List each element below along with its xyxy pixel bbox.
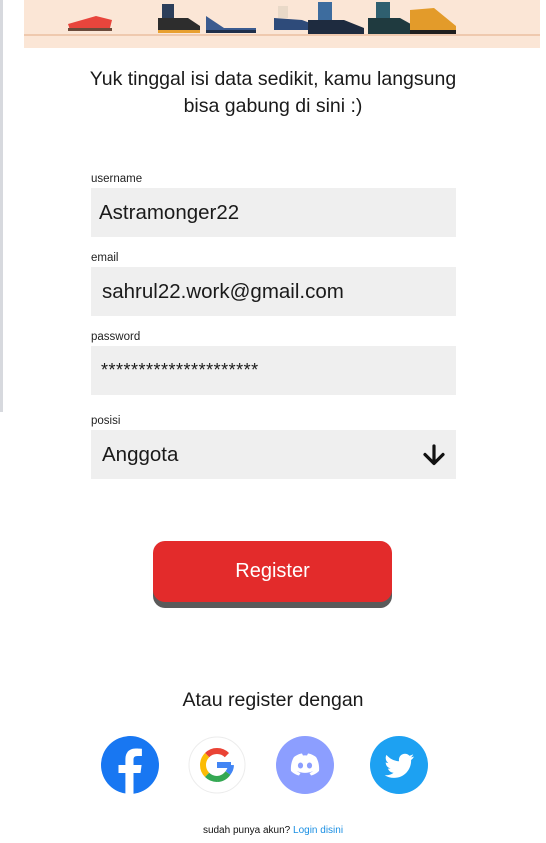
footer-prompt-text: sudah punya akun?	[202, 825, 291, 836]
discord-register-button[interactable]	[276, 736, 334, 794]
password-value: *********************	[101, 360, 259, 380]
header-illustration	[24, 0, 540, 48]
twitter-icon	[370, 736, 428, 794]
footer-login-prompt: sudah punya akun? Login disini	[0, 825, 546, 836]
register-button[interactable]: Register	[153, 541, 392, 602]
username-label: username	[91, 173, 143, 185]
intro-text: Yuk tinggal isi data sedikit, kamu langs…	[40, 66, 506, 120]
password-label: password	[91, 331, 141, 343]
arrow-down-icon	[423, 443, 445, 465]
google-icon	[188, 736, 246, 794]
left-edge-rule	[0, 0, 3, 412]
email-label: email	[91, 252, 119, 264]
email-value: sahrul22.work@gmail.com	[102, 279, 344, 303]
posisi-selected-value: Anggota	[102, 442, 179, 466]
shoe-illustration-1	[68, 16, 112, 31]
password-input[interactable]: *********************	[91, 346, 456, 395]
alt-register-title: Atau register dengan	[182, 689, 364, 711]
posisi-select[interactable]: Anggota	[91, 430, 456, 479]
username-input[interactable]: Astramonger22	[91, 188, 456, 237]
login-link[interactable]: Login disini	[293, 825, 343, 836]
facebook-register-button[interactable]	[101, 736, 159, 794]
posisi-label: posisi	[91, 415, 121, 427]
register-button-label: Register	[235, 560, 310, 582]
email-input[interactable]: sahrul22.work@gmail.com	[91, 267, 456, 316]
intro-line-2: bisa gabung di sini :)	[183, 95, 363, 117]
shoe-illustration-7	[410, 8, 456, 34]
facebook-icon	[101, 736, 159, 794]
username-value: Astramonger22	[99, 200, 240, 224]
shoe-illustration-3	[206, 16, 256, 33]
twitter-register-button[interactable]	[370, 736, 428, 794]
intro-line-1: Yuk tinggal isi data sedikit, kamu langs…	[89, 68, 457, 90]
discord-icon	[276, 736, 334, 794]
google-register-button[interactable]	[188, 736, 246, 794]
